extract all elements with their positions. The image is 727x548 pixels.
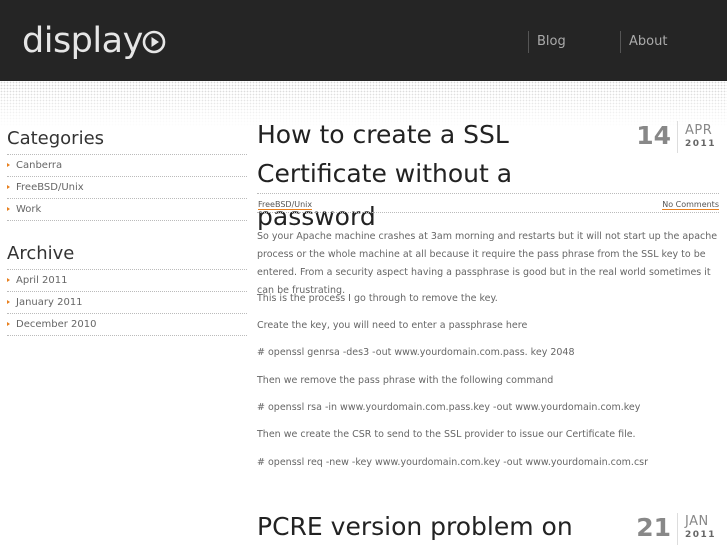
divider — [7, 335, 247, 336]
archive-heading: Archive — [7, 243, 75, 264]
post-code-line: # openssl genrsa -des3 -out www.yourdoma… — [257, 347, 575, 358]
nav-divider — [620, 31, 621, 53]
divider — [7, 154, 247, 155]
nav-about-link[interactable]: About — [629, 34, 667, 49]
divider — [257, 193, 719, 194]
nav-divider — [528, 31, 529, 53]
post-date-month: APR — [685, 123, 713, 138]
archive-link-december-2010[interactable]: December 2010 — [7, 319, 247, 330]
category-label: Canberra — [16, 160, 63, 171]
categories-heading: Categories — [7, 128, 105, 149]
category-label: FreeBSD/Unix — [16, 182, 84, 193]
archive-label: January 2011 — [16, 297, 83, 308]
archive-label: December 2010 — [16, 319, 97, 330]
post-date-year: 2011 — [685, 530, 717, 540]
archive-link-january-2011[interactable]: January 2011 — [7, 297, 247, 308]
post-date-year: 2011 — [685, 139, 717, 149]
post-title-line[interactable]: How to create a SSL — [257, 113, 627, 156]
divider — [7, 198, 247, 199]
category-link-canberra[interactable]: Canberra — [7, 160, 247, 171]
category-link-work[interactable]: Work — [7, 204, 247, 215]
site-header: display Blog About — [0, 0, 727, 81]
play-circle-icon — [142, 30, 166, 54]
category-label: Work — [16, 204, 42, 215]
post-code-line: # openssl rsa -in www.yourdomain.com.pas… — [257, 402, 641, 413]
divider — [7, 176, 247, 177]
bullet-arrow-icon — [7, 207, 10, 211]
post-date-day: 21 — [636, 513, 671, 542]
bullet-arrow-icon — [7, 163, 10, 167]
post-comments-link[interactable]: No Comments — [662, 200, 719, 210]
nav-blog-link[interactable]: Blog — [537, 34, 566, 49]
post-category-link[interactable]: FreeBSD/Unix — [258, 200, 313, 210]
divider — [7, 269, 247, 270]
bullet-arrow-icon — [7, 185, 10, 189]
post-title-line[interactable]: Certificate without a password — [257, 152, 627, 238]
category-link-freebsd-unix[interactable]: FreeBSD/Unix — [7, 182, 247, 193]
divider — [7, 291, 247, 292]
archive-link-april-2011[interactable]: April 2011 — [7, 275, 247, 286]
post-title-line[interactable]: PCRE version problem on — [257, 505, 627, 548]
post-date-day: 14 — [636, 121, 671, 150]
bullet-arrow-icon — [7, 300, 10, 304]
post-code-line: # openssl req -new -key www.yourdomain.c… — [257, 457, 649, 468]
divider — [7, 313, 247, 314]
archive-label: April 2011 — [16, 275, 68, 286]
post-paragraph: Then we remove the pass phrase with the … — [257, 375, 554, 386]
post-paragraph: Create the key, you will need to enter a… — [257, 320, 528, 331]
post-paragraph: This is the process I go through to remo… — [257, 293, 498, 304]
post-paragraph: Then we create the CSR to send to the SS… — [257, 429, 636, 440]
date-divider — [677, 513, 678, 545]
bullet-arrow-icon — [7, 278, 10, 282]
date-divider — [677, 121, 678, 153]
post-date-month: JAN — [685, 514, 709, 529]
site-logo[interactable]: display — [22, 19, 143, 63]
divider — [257, 212, 719, 213]
divider — [7, 220, 247, 221]
bullet-arrow-icon — [7, 322, 10, 326]
